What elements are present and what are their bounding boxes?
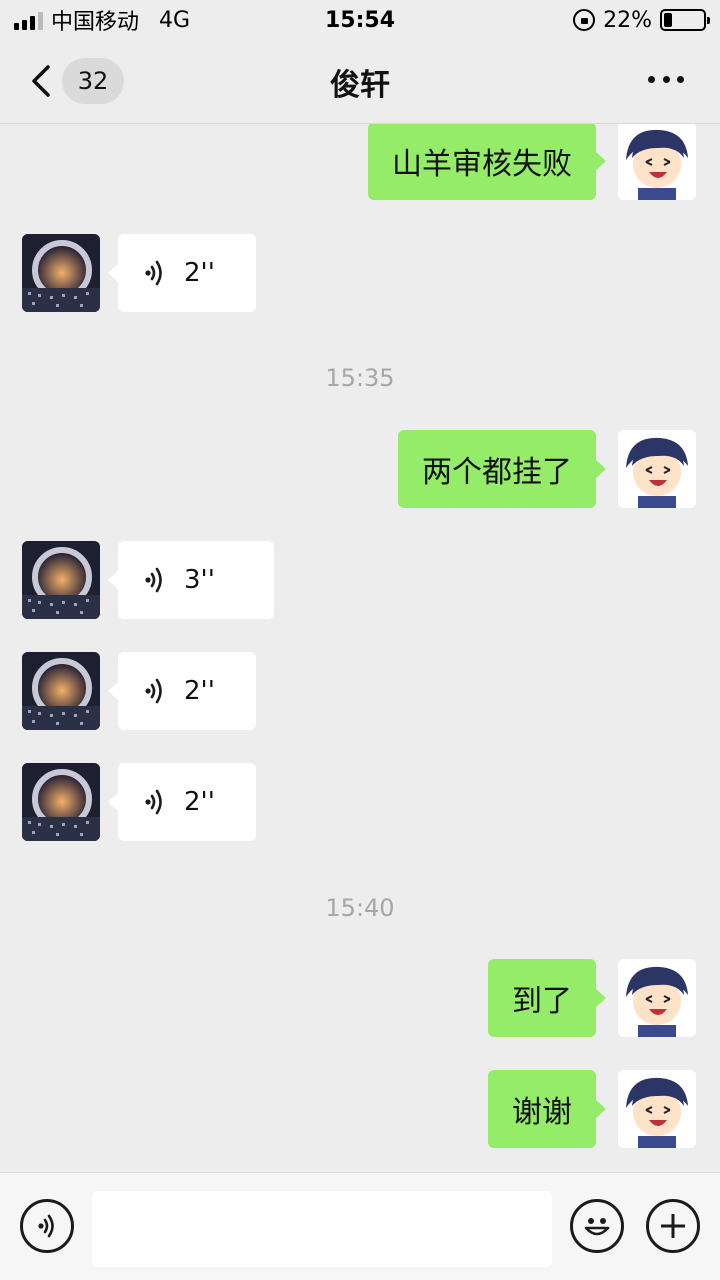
voice-wave-icon bbox=[145, 789, 162, 815]
voice-duration: 2'' bbox=[184, 676, 215, 706]
chevron-left-icon bbox=[32, 65, 50, 97]
voice-wave-icon bbox=[145, 678, 162, 704]
message-text: 谢谢 bbox=[512, 1095, 572, 1130]
input-bar bbox=[0, 1172, 720, 1280]
voice-toggle-button[interactable] bbox=[20, 1199, 74, 1253]
unread-count-badge: 32 bbox=[62, 58, 124, 104]
chat-header: 32 俊轩 bbox=[0, 40, 720, 124]
voice-message-bubble[interactable]: 2'' bbox=[108, 763, 256, 841]
my-avatar[interactable] bbox=[618, 1070, 696, 1148]
emoji-button[interactable] bbox=[570, 1199, 624, 1253]
message-text: 两个都挂了 bbox=[422, 455, 572, 490]
contact-avatar[interactable] bbox=[22, 652, 100, 730]
text-message-bubble[interactable]: 山羊审核失败 bbox=[368, 124, 606, 200]
carrier-label: 中国移动 bbox=[51, 10, 140, 35]
message-text: 到了 bbox=[512, 984, 572, 1019]
chat-title: 俊轩 bbox=[330, 67, 390, 103]
contact-avatar[interactable] bbox=[22, 234, 100, 312]
battery-icon bbox=[660, 9, 710, 31]
contact-avatar[interactable] bbox=[22, 541, 100, 619]
status-bar: 中国移动 4G 15:54 22% bbox=[0, 0, 720, 40]
text-message-bubble[interactable]: 谢谢 bbox=[488, 1070, 606, 1148]
message-list[interactable]: 山羊审核失败 2'' 15:35 两个都挂了 3'' 2'' 2'' 15:40 bbox=[0, 124, 720, 1172]
status-left: 中国移动 4G bbox=[14, 4, 190, 36]
voice-icon bbox=[38, 1214, 54, 1238]
voice-duration: 2'' bbox=[184, 258, 215, 288]
plus-icon bbox=[661, 1214, 685, 1238]
text-message-bubble[interactable]: 两个都挂了 bbox=[398, 430, 606, 508]
my-avatar[interactable] bbox=[618, 959, 696, 1037]
back-button[interactable]: 32 bbox=[28, 58, 124, 104]
voice-duration: 2'' bbox=[184, 787, 215, 817]
add-button[interactable] bbox=[646, 1199, 700, 1253]
emoji-icon bbox=[584, 1218, 610, 1236]
voice-duration: 3'' bbox=[184, 565, 215, 595]
message-timestamp: 15:35 bbox=[325, 364, 395, 392]
voice-wave-icon bbox=[145, 567, 162, 593]
voice-message-bubble[interactable]: 2'' bbox=[108, 652, 256, 730]
more-dots-icon[interactable] bbox=[648, 72, 684, 86]
network-label: 4G bbox=[159, 7, 191, 33]
text-message-bubble[interactable]: 到了 bbox=[488, 959, 606, 1037]
contact-avatar[interactable] bbox=[22, 763, 100, 841]
orientation-lock-icon bbox=[573, 9, 596, 31]
voice-message-bubble[interactable]: 3'' bbox=[108, 541, 274, 619]
my-avatar[interactable] bbox=[618, 124, 696, 200]
voice-message-bubble[interactable]: 2'' bbox=[108, 234, 256, 312]
my-avatar[interactable] bbox=[618, 430, 696, 508]
message-timestamp: 15:40 bbox=[325, 894, 395, 922]
message-input[interactable] bbox=[92, 1191, 552, 1267]
battery-percent: 22% bbox=[603, 7, 652, 33]
message-text: 山羊审核失败 bbox=[392, 147, 572, 182]
signal-icon bbox=[14, 10, 43, 30]
status-right: 22% bbox=[573, 7, 710, 33]
voice-wave-icon bbox=[145, 260, 162, 286]
